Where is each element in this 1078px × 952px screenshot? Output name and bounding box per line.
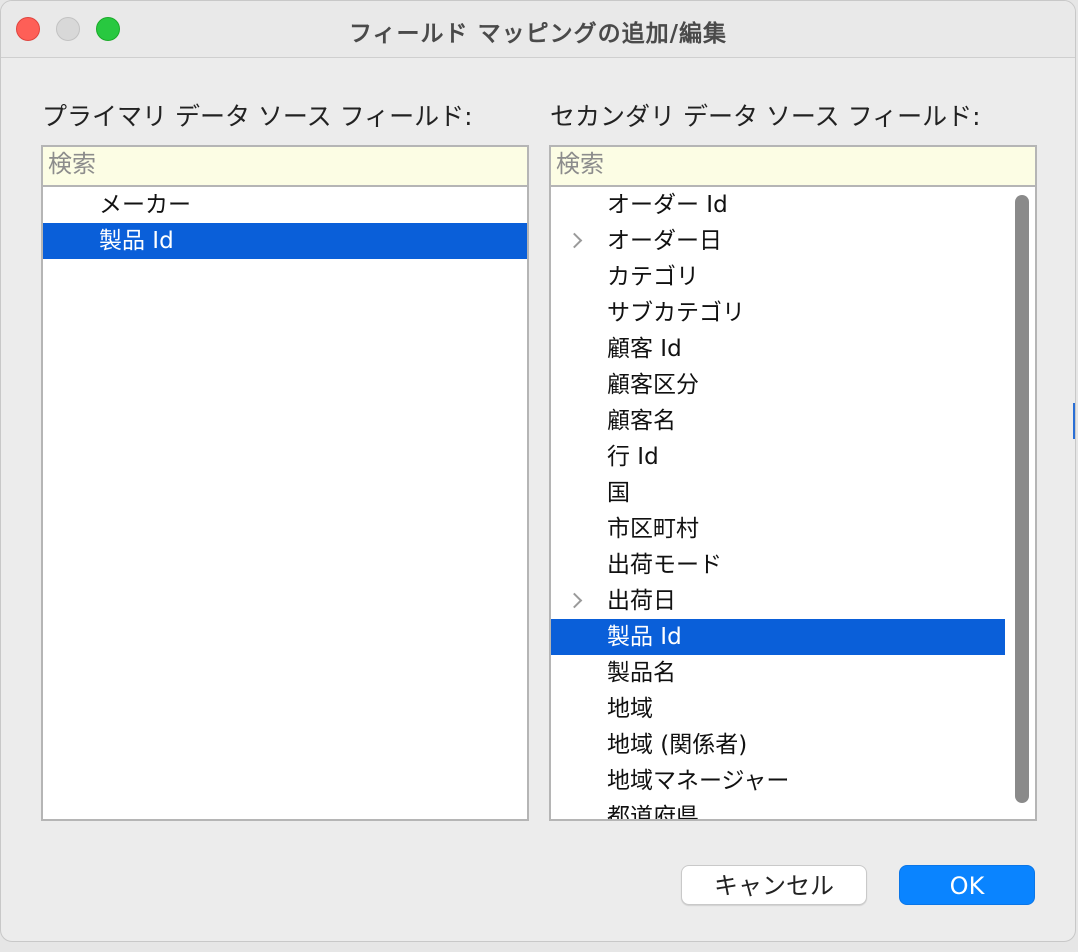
secondary-field-list[interactable]: オーダー Id オーダー日カテゴリサブカテゴリ顧客 Id 顧客区分顧客名行 Id 国市… [549,145,1037,821]
chevron-right-icon[interactable] [566,592,583,609]
background-window-edge [1073,403,1075,439]
secondary-fields-label: セカンダリ データ ソース フィールド: [550,102,981,131]
field-name-label: 国 [607,480,630,506]
field-list-item[interactable]: 製品 Id [551,619,1005,655]
field-name-label: 地域 [607,696,653,722]
field-name-label: 都道府県 [607,804,699,821]
field-list-item[interactable]: 出荷モード [551,547,1005,583]
field-name-label: 製品名 [607,660,676,686]
field-list-item[interactable]: オーダー日 [551,223,1005,259]
field-name-label: メーカー [99,192,191,218]
field-name-label: 顧客 Id [607,336,682,362]
field-list-item[interactable]: メーカー [43,187,527,223]
chevron-right-icon[interactable] [566,232,583,249]
field-name-label: 出荷日 [607,588,676,614]
primary-search-field[interactable] [43,147,527,187]
field-name-label: 地域 (関係者) [607,732,748,758]
field-list-item[interactable]: 出荷日 [551,583,1005,619]
field-list-item[interactable]: 国 [551,475,1005,511]
field-name-label: 行 Id [607,444,659,470]
primary-search-input[interactable] [48,150,527,178]
field-list-item[interactable]: 顧客区分 [551,367,1005,403]
field-name-label: オーダー日 [607,228,722,254]
field-list-item[interactable]: 地域 (関係者) [551,727,1005,763]
field-name-label: カテゴリ [607,264,699,290]
field-list-item[interactable]: 顧客 Id [551,331,1005,367]
title-bar[interactable]: フィールド マッピングの追加/編集 [1,1,1075,58]
secondary-search-input[interactable] [556,150,1035,178]
primary-fields-label: プライマリ データ ソース フィールド: [42,102,473,131]
field-list-item[interactable]: 製品名 [551,655,1005,691]
field-name-label: 顧客区分 [607,372,699,398]
field-name-label: サブカテゴリ [607,300,745,326]
field-list-item[interactable]: 市区町村 [551,511,1005,547]
cancel-button[interactable]: キャンセル [681,865,867,905]
window-title: フィールド マッピングの追加/編集 [349,21,727,47]
field-list-item[interactable]: 地域 [551,691,1005,727]
field-name-label: 製品 Id [99,228,174,254]
field-name-label: 顧客名 [607,408,676,434]
field-list-item[interactable]: サブカテゴリ [551,295,1005,331]
ok-button[interactable]: OK [899,865,1035,905]
field-list-item[interactable]: カテゴリ [551,259,1005,295]
field-list-item[interactable]: 顧客名 [551,403,1005,439]
field-list-item[interactable]: 製品 Id [43,223,527,259]
field-name-label: 出荷モード [607,552,722,578]
field-name-label: 地域マネージャー [607,768,790,794]
field-list-item[interactable]: 行 Id [551,439,1005,475]
field-name-label: 製品 Id [607,624,682,650]
secondary-scrollbar[interactable] [1015,195,1029,803]
field-list-item[interactable]: 都道府県 [551,799,1005,821]
secondary-search-field[interactable] [551,147,1035,187]
field-list-item[interactable]: 地域マネージャー [551,763,1005,799]
field-name-label: オーダー Id [607,192,728,218]
dialog-window: フィールド マッピングの追加/編集 プライマリ データ ソース フィールド: セ… [0,0,1076,942]
field-name-label: 市区町村 [607,516,699,542]
primary-field-list[interactable]: メーカー製品 Id [41,145,529,821]
field-list-item[interactable]: オーダー Id [551,187,1005,223]
